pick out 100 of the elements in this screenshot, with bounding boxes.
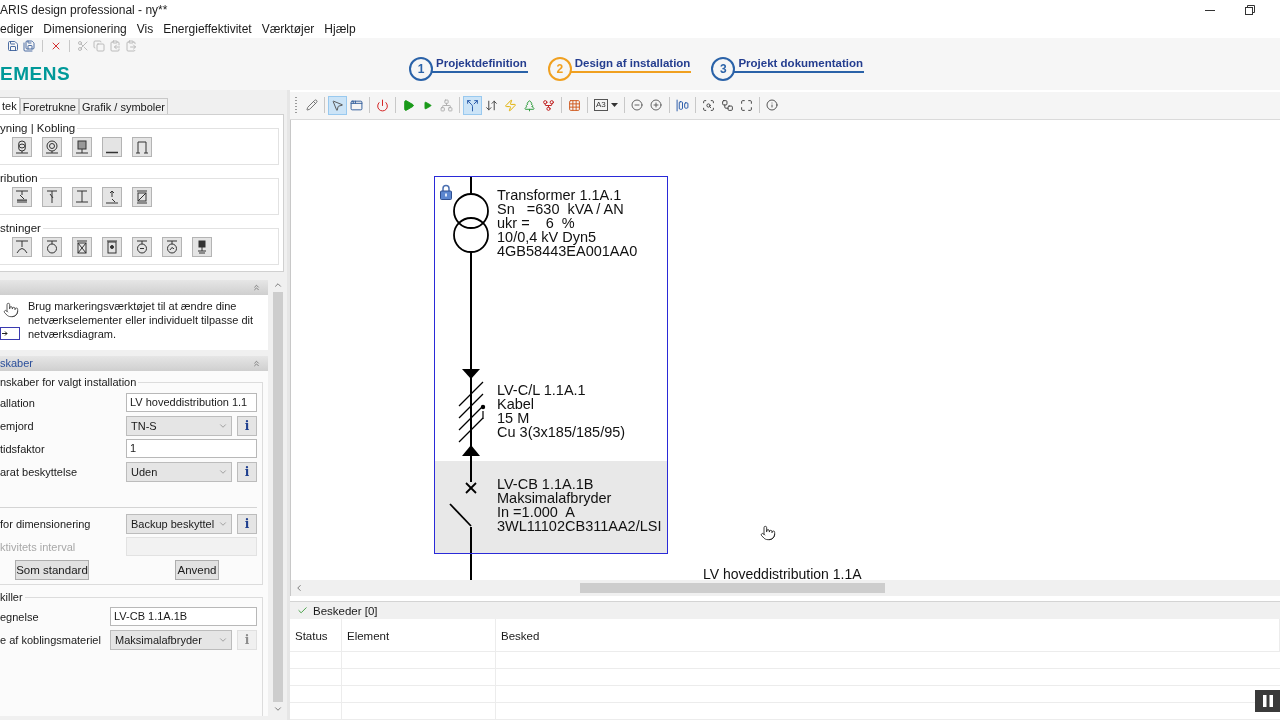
page-size-dropdown[interactable]: A3 bbox=[591, 95, 621, 115]
field-label: emjord bbox=[0, 418, 34, 433]
pointer-tool-button[interactable] bbox=[328, 95, 347, 115]
group-title: ribution bbox=[0, 171, 40, 185]
page-size-label: A3 bbox=[594, 99, 608, 112]
window-title: ARIS design professional - ny** bbox=[0, 3, 168, 17]
load-symbol-icon bbox=[15, 240, 29, 254]
scroll-up-icon[interactable] bbox=[272, 280, 283, 290]
pencil-icon bbox=[305, 99, 318, 112]
symbol-button[interactable] bbox=[102, 137, 122, 157]
network-icon bbox=[440, 98, 453, 112]
step-number: 3 bbox=[711, 57, 736, 81]
scroll-down-icon[interactable] bbox=[272, 704, 283, 714]
zoom-area-icon bbox=[701, 98, 715, 112]
info-button[interactable]: i bbox=[237, 415, 257, 436]
symbol-button[interactable] bbox=[132, 237, 152, 257]
column-header[interactable]: Besked bbox=[501, 630, 540, 642]
symbol-button[interactable] bbox=[12, 187, 32, 207]
action-button[interactable]: Anvend bbox=[175, 560, 219, 580]
menu-item[interactable]: ediger bbox=[0, 22, 34, 36]
menu-item[interactable]: Energieffektivitet bbox=[163, 22, 252, 36]
scroll-thumb[interactable] bbox=[272, 292, 283, 702]
collapse-icon[interactable] bbox=[252, 359, 261, 368]
field-label: egnelse bbox=[0, 609, 39, 624]
workflow-icon bbox=[720, 98, 734, 112]
box-cross-symbol-icon bbox=[75, 240, 89, 254]
split-tool-button[interactable] bbox=[463, 95, 482, 115]
diagram-label: 3WL11102CB311AA2/LSI bbox=[497, 518, 662, 533]
action-button[interactable]: Som standard bbox=[15, 560, 89, 580]
group-title: killer bbox=[0, 590, 25, 604]
quick-tool-button[interactable] bbox=[6, 39, 20, 53]
hand-pointer-icon bbox=[3, 302, 19, 318]
symbol-button[interactable] bbox=[162, 237, 182, 257]
diagram-label: Maksimalafbryder bbox=[497, 490, 612, 505]
step-tab[interactable]: 2 Design af installation bbox=[547, 57, 692, 81]
save-icon bbox=[7, 40, 19, 52]
split-icon bbox=[466, 98, 479, 112]
circle-dash-symbol-icon bbox=[135, 240, 149, 254]
input-field[interactable]: 1 bbox=[126, 439, 257, 458]
cut-icon bbox=[77, 40, 89, 52]
lightning-icon bbox=[504, 98, 517, 112]
diagram-label: Kabel bbox=[497, 396, 535, 411]
group-title: stninger bbox=[0, 221, 43, 235]
column-header[interactable]: Status bbox=[295, 630, 328, 642]
symbol-button[interactable] bbox=[12, 137, 32, 157]
input-field[interactable]: LV-CB 1.1A.1B bbox=[110, 607, 257, 626]
circle-symbol-icon bbox=[45, 240, 59, 254]
horizontal-scrollbar[interactable] bbox=[290, 580, 1280, 597]
step-tab[interactable]: 3 Projekt dokumentation bbox=[711, 57, 864, 81]
caret-icon bbox=[610, 103, 618, 108]
library-tab[interactable]: Grafik / symboler bbox=[78, 98, 169, 114]
minimize-icon bbox=[1205, 9, 1215, 11]
tree-icon bbox=[523, 98, 536, 112]
input-field[interactable]: LV hoveddistribution 1.1 bbox=[126, 393, 257, 412]
fork-icon bbox=[542, 98, 555, 112]
cable-symbol[interactable] bbox=[458, 361, 486, 461]
breaker-symbol[interactable] bbox=[449, 481, 477, 527]
symbol-button[interactable] bbox=[72, 237, 92, 257]
menu-item[interactable]: Værktøjer bbox=[261, 22, 315, 36]
field-label: tidsfaktor bbox=[0, 441, 45, 456]
messages-title[interactable]: Beskeder [0] bbox=[313, 603, 378, 618]
busbar-symbol-icon bbox=[105, 150, 119, 154]
symbol-button[interactable] bbox=[102, 237, 122, 257]
diagram-label: 4GB58443EA001AA0 bbox=[497, 243, 638, 258]
dropdown[interactable]: Backup beskyttel bbox=[126, 513, 232, 534]
dropdown[interactable]: Uden bbox=[126, 461, 232, 482]
play-icon bbox=[423, 100, 432, 110]
library-tab[interactable]: tek bbox=[0, 97, 20, 114]
transformer-symbol[interactable] bbox=[453, 192, 489, 253]
pause-icon bbox=[1262, 695, 1273, 707]
scroll-thumb[interactable] bbox=[580, 583, 885, 594]
busbar-label: LV hoveddistribution 1.1A bbox=[703, 565, 862, 581]
wire-line bbox=[470, 176, 472, 195]
column-header[interactable]: Element bbox=[347, 630, 390, 642]
symbol-button[interactable] bbox=[42, 137, 62, 157]
menu-item[interactable]: Vis bbox=[136, 22, 154, 36]
menu-item[interactable]: Dimensionering bbox=[43, 22, 127, 36]
coupler-symbol-icon bbox=[75, 190, 89, 204]
step-tab[interactable]: 1 Projektdefinition bbox=[409, 57, 528, 81]
field-label: for dimensionering bbox=[0, 516, 91, 531]
box-dot-symbol-icon bbox=[105, 240, 119, 254]
group-title: yning | Kobling bbox=[0, 121, 78, 135]
symbol-button[interactable] bbox=[72, 137, 92, 157]
diagram-label: In =1.000 A bbox=[497, 504, 575, 519]
step-number: 1 bbox=[409, 57, 433, 81]
quick-tool-button[interactable] bbox=[22, 39, 36, 53]
symbol-button[interactable] bbox=[192, 237, 212, 257]
pause-button[interactable] bbox=[1255, 690, 1280, 712]
scroll-left-icon[interactable] bbox=[294, 583, 304, 594]
info-button[interactable]: i bbox=[237, 461, 257, 482]
symbol-button[interactable] bbox=[132, 187, 152, 207]
dropdown[interactable]: TN-S bbox=[126, 415, 232, 436]
dropdown[interactable]: Maksimalafbryder bbox=[110, 629, 232, 650]
transformer-symbol-icon bbox=[15, 140, 29, 154]
library-tab[interactable]: Foretrukne bbox=[19, 98, 79, 114]
info-button[interactable]: i bbox=[237, 513, 257, 534]
play-icon bbox=[402, 98, 415, 112]
collapse-icon[interactable] bbox=[252, 283, 261, 292]
menu-item[interactable]: Hjælp bbox=[324, 22, 356, 36]
symbol-button[interactable] bbox=[42, 237, 62, 257]
